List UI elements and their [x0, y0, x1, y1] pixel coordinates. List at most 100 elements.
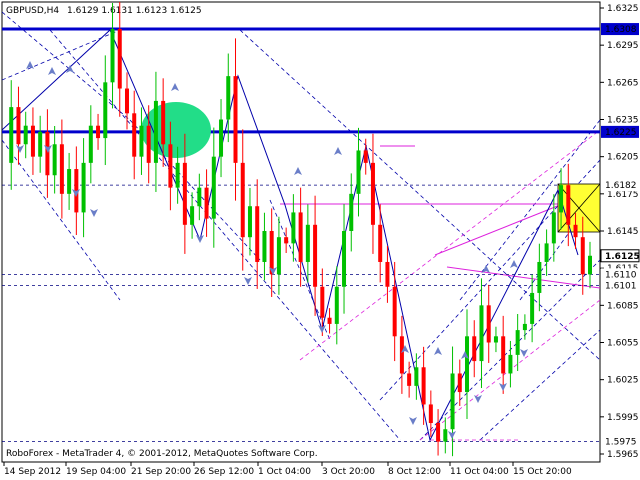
candle-body: [276, 237, 281, 275]
candle-body: [501, 336, 506, 374]
candle-body: [81, 162, 86, 213]
candle-body: [465, 336, 470, 393]
price-chart: GBPUSD,H4 1.6129 1.6131 1.6123 1.6125 Ro…: [1, 1, 640, 477]
candle-body: [38, 131, 43, 157]
candle-body: [219, 119, 224, 157]
candle-body: [399, 336, 404, 374]
candle-body: [30, 125, 35, 157]
price-label: 1.6101: [605, 282, 637, 292]
candle-body: [559, 185, 564, 213]
candle-body: [407, 373, 412, 386]
y-tick-label: 1.6235: [607, 116, 639, 126]
price-label: 1.6182: [605, 181, 637, 191]
y-tick-label: 1.6265: [607, 78, 639, 88]
candle-body: [240, 162, 245, 238]
candle-body: [284, 237, 289, 244]
candle-body: [486, 305, 491, 343]
candle-body: [124, 88, 129, 114]
candle-body: [537, 261, 542, 293]
price-label: 1.6125: [605, 252, 640, 262]
candle-body: [450, 373, 455, 430]
candle-body: [334, 286, 339, 324]
candle-body: [247, 206, 252, 238]
candle-body: [110, 29, 115, 83]
ohlc-readout: 1.6129 1.6131 1.6123 1.6125: [67, 6, 202, 16]
candle-body: [204, 187, 209, 219]
candle-body: [103, 82, 108, 139]
candle-body: [211, 156, 216, 219]
y-tick-label: 1.6205: [607, 153, 639, 163]
y-tick-label: 1.5995: [607, 413, 639, 423]
price-label: 1.6110: [605, 270, 637, 280]
x-tick-label: 15 Oct 20:00: [513, 467, 572, 477]
candle-body: [168, 144, 173, 188]
candle-body: [479, 305, 484, 362]
candle-body: [153, 100, 158, 163]
candle-body: [327, 317, 332, 324]
candle-body: [291, 212, 296, 244]
candle-body: [255, 206, 260, 262]
x-tick-label: 14 Sep 2012: [4, 467, 61, 477]
candle-body: [45, 131, 50, 176]
candle-body: [356, 150, 361, 194]
candle-body: [226, 76, 231, 120]
price-label: 1.5975: [605, 438, 637, 448]
candle-body: [262, 231, 267, 262]
y-tick-label: 1.6325: [607, 4, 639, 14]
candle-body: [175, 162, 180, 188]
candle-body: [493, 336, 498, 343]
candle-body: [305, 224, 310, 262]
candle-body: [522, 323, 527, 331]
candle-body: [96, 125, 101, 139]
candle-body: [139, 125, 144, 157]
symbol-timeframe: GBPUSD,H4: [6, 6, 59, 16]
candle-body: [515, 330, 520, 355]
candle-body: [443, 429, 448, 442]
candle-body: [182, 162, 187, 225]
candle-body: [530, 292, 535, 324]
y-tick-label: 1.5965: [607, 450, 639, 460]
candle-body: [428, 404, 433, 424]
candle-body: [132, 113, 137, 157]
y-tick-label: 1.6025: [607, 376, 639, 386]
price-label: 1.6225: [605, 128, 637, 138]
candle-body: [342, 231, 347, 287]
x-tick-label: 21 Sep 20:00: [131, 467, 191, 477]
x-tick-label: 1 Oct 04:00: [258, 467, 311, 477]
candle-body: [436, 423, 441, 442]
price-label: 1.6308: [605, 25, 637, 35]
candle-body: [117, 29, 122, 89]
candle-body: [551, 212, 556, 244]
candle-body: [588, 255, 592, 275]
y-tick-label: 1.6145: [607, 227, 639, 237]
candle-body: [313, 224, 318, 287]
candle-body: [59, 144, 64, 194]
x-tick-label: 19 Sep 04:00: [66, 467, 126, 477]
candle-body: [190, 206, 195, 225]
candle-body: [298, 212, 303, 262]
candle-body: [472, 336, 477, 362]
copyright-text: RoboForex - MetaTrader 4, © 2001-2012, M…: [6, 449, 318, 459]
candle-body: [421, 367, 426, 405]
y-tick-label: 1.6055: [607, 339, 639, 349]
x-tick-label: 11 Oct 04:00: [450, 467, 509, 477]
candle-body: [349, 193, 354, 231]
candle-body: [544, 243, 549, 262]
candle-body: [392, 286, 397, 337]
candle-body: [16, 107, 21, 145]
x-tick-label: 3 Oct 20:00: [322, 467, 375, 477]
candle-body: [88, 125, 93, 163]
candle-body: [370, 162, 375, 225]
candle-body: [23, 125, 28, 145]
candle-body: [161, 100, 166, 145]
target-ellipse: [141, 102, 211, 158]
candle-body: [378, 224, 383, 262]
y-tick-label: 1.6085: [607, 301, 639, 311]
candle-body: [363, 150, 368, 163]
candle-body: [52, 144, 57, 176]
x-tick-label: 26 Sep 12:00: [194, 467, 254, 477]
x-tick-label: 8 Oct 12:00: [388, 467, 441, 477]
candle-body: [580, 237, 585, 275]
candle-body: [385, 261, 390, 287]
candle-body: [508, 354, 513, 374]
